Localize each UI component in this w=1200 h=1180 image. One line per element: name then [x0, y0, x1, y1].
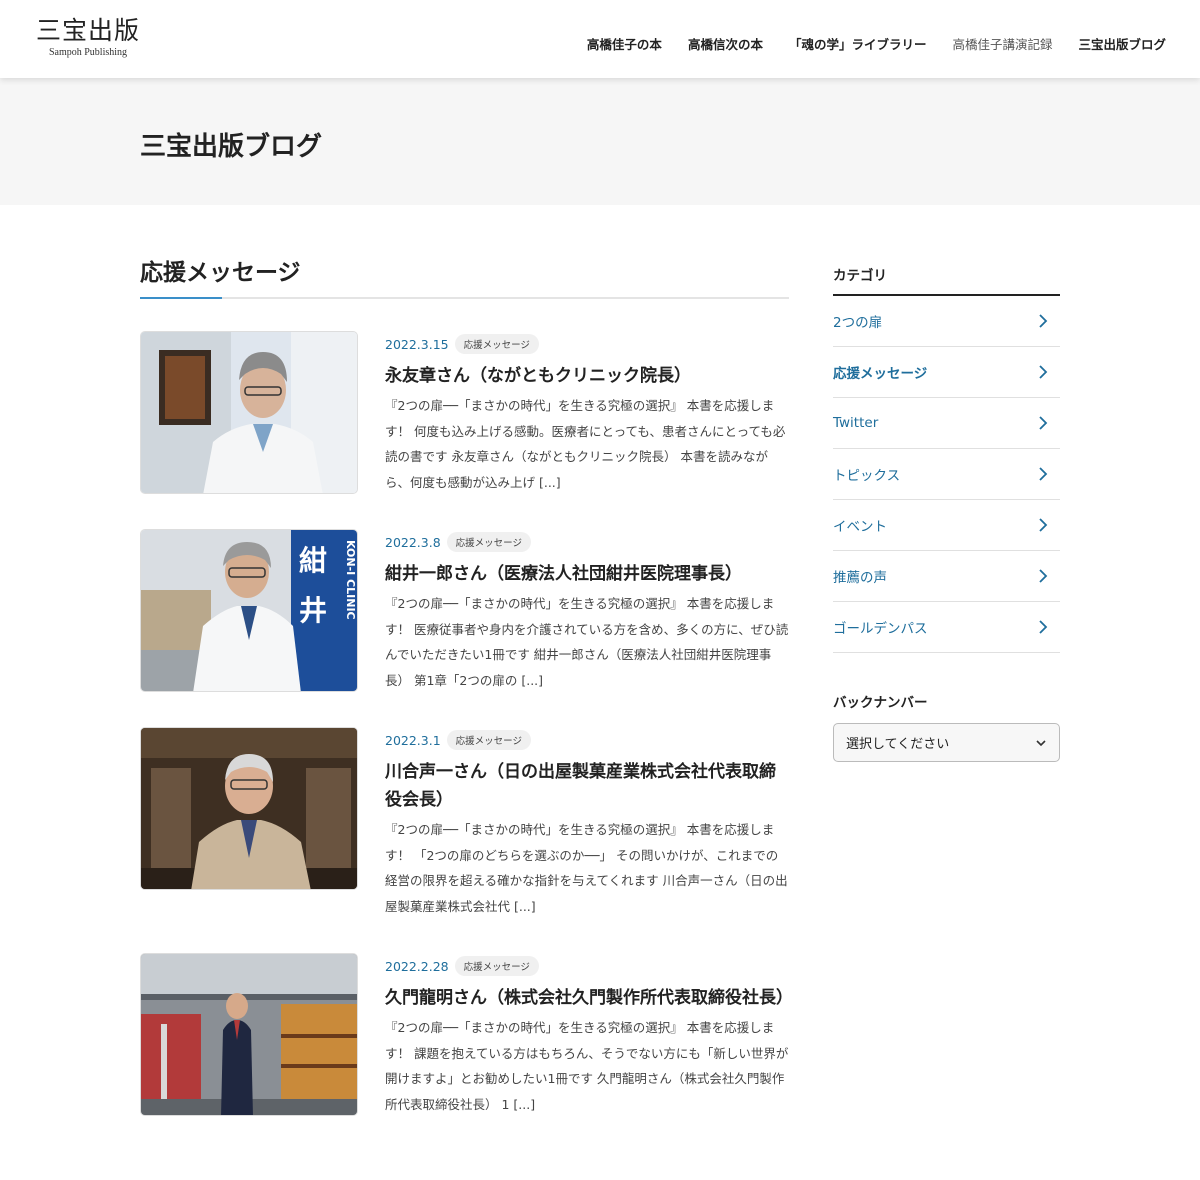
section-title: 応援メッセージ — [140, 260, 301, 286]
post-excerpt: 『2つの扉──「まさかの時代」を生きる究極の選択』 本書を応援します！ 医療従事… — [385, 596, 789, 688]
clinic-sign-text: KON-I CLINIC — [344, 540, 357, 620]
post-thumbnail[interactable] — [140, 727, 358, 890]
post-date: 2022.3.8 — [385, 534, 441, 550]
doctor-clinic-photo-image: 紺 井 KON-I CLINIC — [141, 530, 357, 691]
post-excerpt: 『2つの扉──「まさかの時代」を生きる究極の選択』 本書を応援します！ 何度も込… — [385, 398, 786, 490]
category-item-golden-path[interactable]: ゴールデンパス — [833, 602, 1060, 653]
nav-takahashi-keiko-books[interactable]: 高橋佳子の本 — [587, 34, 662, 53]
doctor-photo-image — [141, 332, 357, 493]
back-number-select-value: 選択してください — [846, 737, 950, 752]
svg-text:紺: 紺 — [299, 544, 327, 577]
factory-photo-image — [141, 954, 357, 1115]
logo-sub-text: Sampoh Publishing — [48, 47, 128, 58]
post-category-badge[interactable]: 応援メッセージ — [454, 956, 539, 976]
chevron-right-icon — [1039, 314, 1048, 328]
post-category-badge[interactable]: 応援メッセージ — [454, 334, 539, 354]
post-card[interactable]: 2022.3.1 応援メッセージ 川合声一さん（日の出屋製菓産業株式会社代表取締… — [140, 727, 789, 953]
post-category-badge[interactable]: 応援メッセージ — [446, 532, 531, 552]
nav-blog[interactable]: 三宝出版ブログ — [1078, 34, 1166, 53]
post-thumbnail[interactable] — [140, 953, 358, 1116]
post-meta: 2022.3.1 応援メッセージ — [385, 727, 789, 753]
chevron-down-icon — [1036, 739, 1046, 746]
post-meta: 2022.3.8 応援メッセージ — [385, 529, 789, 555]
post-thumbnail[interactable]: 紺 井 KON-I CLINIC — [140, 529, 358, 692]
category-item-twitter[interactable]: Twitter — [833, 398, 1060, 449]
chevron-right-icon — [1039, 365, 1048, 379]
category-label: Twitter — [833, 415, 879, 431]
nav-takahashi-shinji-books[interactable]: 高橋信次の本 — [688, 34, 763, 53]
category-label: イベント — [833, 519, 887, 535]
category-item-topics[interactable]: トピックス — [833, 449, 1060, 500]
category-label: ゴールデンパス — [833, 621, 928, 637]
category-item-recommendations[interactable]: 推薦の声 — [833, 551, 1060, 602]
category-heading: カテゴリ — [833, 268, 887, 284]
svg-text:井: 井 — [299, 594, 327, 627]
post-date: 2022.3.15 — [385, 336, 449, 352]
back-number-heading: バックナンバー — [833, 695, 928, 711]
post-thumbnail[interactable] — [140, 331, 358, 494]
post-category-badge[interactable]: 応援メッセージ — [446, 730, 531, 750]
post-card[interactable]: 2022.3.15 応援メッセージ 永友章さん（ながともクリニック院長） 『2つ… — [140, 331, 789, 531]
chevron-right-icon — [1039, 467, 1048, 481]
post-excerpt: 『2つの扉──「まさかの時代」を生きる究極の選択』 本書を応援します！ 「2つの… — [385, 822, 788, 914]
post-excerpt: 『2つの扉──「まさかの時代」を生きる究極の選択』 本書を応援します！ 課題を抱… — [385, 1020, 789, 1112]
post-date: 2022.2.28 — [385, 958, 449, 974]
post-meta: 2022.2.28 応援メッセージ — [385, 953, 789, 979]
category-item-2tsu-no-tobira[interactable]: 2つの扉 — [833, 296, 1060, 347]
site-header: 三宝出版 Sampoh Publishing 高橋佳子の本 高橋信次の本 「魂の… — [0, 0, 1200, 78]
page-title: 三宝出版ブログ — [140, 132, 323, 162]
executive-photo-image — [141, 728, 357, 889]
main-nav: 高橋佳子の本 高橋信次の本 「魂の学」ライブラリー 高橋佳子講演記録 三宝出版ブ… — [561, 34, 1166, 53]
category-item-events[interactable]: イベント — [833, 500, 1060, 551]
nav-lecture-records[interactable]: 高橋佳子講演記録 — [952, 34, 1052, 53]
chevron-right-icon — [1039, 620, 1048, 634]
post-card[interactable]: 紺 井 KON-I CLINIC 2022.3.8 応援メッセージ 紺井一郎さん… — [140, 529, 789, 729]
site-logo[interactable]: 三宝出版 Sampoh Publishing — [33, 16, 143, 60]
post-title[interactable]: 久門龍明さん（株式会社久門製作所代表取締役社長） — [385, 984, 793, 1012]
back-number-select[interactable]: 選択してください — [833, 723, 1060, 762]
post-body: 2022.3.8 応援メッセージ 紺井一郎さん（医療法人社団紺井医院理事長） 『… — [385, 529, 789, 693]
section-divider — [140, 297, 789, 299]
section-divider-accent — [140, 297, 222, 299]
chevron-right-icon — [1039, 416, 1048, 430]
logo-main-text: 三宝出版 — [35, 16, 140, 45]
category-label: 応援メッセージ — [833, 366, 928, 382]
post-body: 2022.3.1 応援メッセージ 川合声一さん（日の出屋製菓産業株式会社代表取締… — [385, 727, 789, 919]
chevron-right-icon — [1039, 569, 1048, 583]
post-body: 2022.3.15 応援メッセージ 永友章さん（ながともクリニック院長） 『2つ… — [385, 331, 789, 495]
post-date: 2022.3.1 — [385, 732, 441, 748]
post-meta: 2022.3.15 応援メッセージ — [385, 331, 789, 357]
post-card[interactable]: 2022.2.28 応援メッセージ 久門龍明さん（株式会社久門製作所代表取締役社… — [140, 953, 793, 1179]
category-label: 2つの扉 — [833, 315, 883, 331]
page-title-band: 三宝出版ブログ — [0, 78, 1200, 205]
nav-tamashii-library[interactable]: 「魂の学」ライブラリー — [789, 34, 927, 53]
post-title[interactable]: 紺井一郎さん（医療法人社団紺井医院理事長） — [385, 560, 789, 588]
post-title[interactable]: 川合声一さん（日の出屋製菓産業株式会社代表取締役会長） — [385, 758, 789, 814]
post-body: 2022.2.28 応援メッセージ 久門龍明さん（株式会社久門製作所代表取締役社… — [385, 953, 793, 1117]
post-title[interactable]: 永友章さん（ながともクリニック院長） — [385, 362, 789, 390]
chevron-right-icon — [1039, 518, 1048, 532]
category-item-ouen-message[interactable]: 応援メッセージ — [833, 347, 1060, 398]
category-list: 2つの扉 応援メッセージ Twitter トピックス イベント 推薦の声 ゴール… — [833, 296, 1060, 653]
category-label: 推薦の声 — [833, 570, 887, 586]
category-label: トピックス — [833, 468, 901, 484]
